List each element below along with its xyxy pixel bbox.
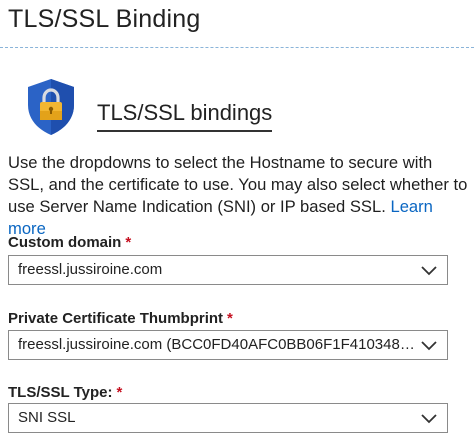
thumbprint-value: freessl.jussiroine.com (BCC0FD40AFC0BB06…	[18, 336, 418, 353]
description-text: Use the dropdowns to select the Hostname…	[8, 152, 470, 240]
blade-title: TLS/SSL Binding	[8, 5, 201, 33]
custom-domain-label-text: Custom domain	[8, 234, 122, 251]
chevron-down-icon	[421, 341, 437, 351]
required-marker: *	[125, 234, 132, 251]
ssl-type-value: SNI SSL	[18, 409, 76, 426]
shield-lock-icon	[28, 79, 74, 135]
chevron-down-icon	[421, 266, 437, 276]
custom-domain-label: Custom domain *	[8, 234, 131, 251]
ssl-type-label-text: TLS/SSL Type:	[8, 384, 113, 401]
custom-domain-value: freessl.jussiroine.com	[18, 261, 163, 278]
blade-header: TLS/SSL Binding	[0, 0, 474, 48]
required-marker: *	[227, 310, 233, 327]
custom-domain-dropdown[interactable]: freessl.jussiroine.com	[8, 255, 448, 285]
chevron-down-icon	[421, 414, 437, 424]
thumbprint-label-text: Private Certificate Thumbprint	[8, 310, 224, 327]
ssl-type-label: TLS/SSL Type: *	[8, 384, 122, 401]
thumbprint-dropdown[interactable]: freessl.jussiroine.com (BCC0FD40AFC0BB06…	[8, 330, 448, 360]
required-marker: *	[116, 384, 123, 401]
ssl-type-dropdown[interactable]: SNI SSL	[8, 403, 448, 433]
thumbprint-label: Private Certificate Thumbprint *	[8, 310, 233, 327]
section-title: TLS/SSL bindings	[97, 100, 273, 132]
